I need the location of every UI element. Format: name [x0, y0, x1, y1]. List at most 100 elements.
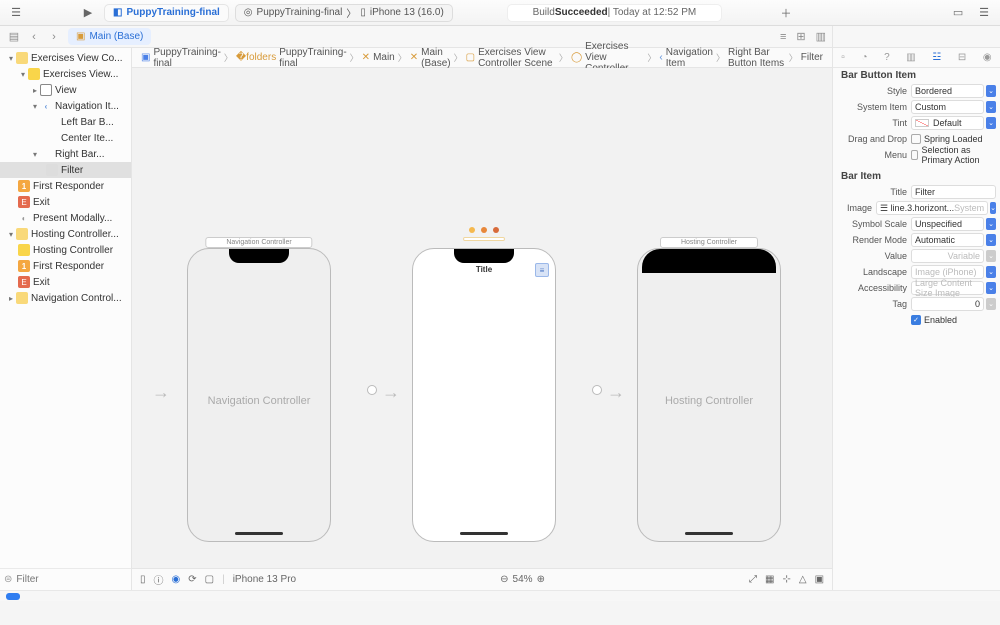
- scene-navigation-controller[interactable]: Navigation Controller Navigation Control…: [187, 248, 331, 542]
- scene-header-hosting[interactable]: Hosting Controller: [660, 237, 758, 248]
- assistant-icon[interactable]: ⊞: [796, 30, 805, 43]
- history-inspector-icon[interactable]: ◔: [861, 52, 867, 63]
- dropdown-icon[interactable]: ⌄: [986, 85, 996, 97]
- variant-icon[interactable]: ◉: [172, 574, 181, 585]
- outline-right-bar[interactable]: ▾Right Bar...: [0, 146, 131, 162]
- segue-dot-2[interactable]: [592, 385, 602, 395]
- dropdown-icon[interactable]: ⌄: [986, 101, 996, 113]
- scene-hosting[interactable]: ▾Hosting Controller...: [0, 226, 131, 242]
- embed-in-icon[interactable]: ▣: [815, 574, 824, 585]
- style-select[interactable]: Bordered: [911, 84, 984, 98]
- scene-hosting-controller[interactable]: Hosting Controller Hosting Controller: [637, 248, 781, 542]
- dropdown-icon[interactable]: ⌄: [986, 234, 996, 246]
- scene-navigation[interactable]: ▸Navigation Control...: [0, 290, 131, 306]
- notch-icon: [454, 249, 514, 263]
- render-mode-select[interactable]: Automatic: [911, 233, 984, 247]
- scene-exercises[interactable]: ▾Exercises View Co...: [0, 50, 131, 66]
- rotate-icon[interactable]: ⟳: [188, 574, 196, 585]
- title-input[interactable]: Filter: [911, 185, 996, 199]
- connections-inspector-icon[interactable]: ◉: [983, 52, 992, 63]
- dropdown-icon[interactable]: ⌄: [986, 218, 996, 230]
- spring-loaded-checkbox[interactable]: [911, 134, 921, 144]
- canvas-bottom-toolbar: ▯ ⓘ ◉ ⟳ ▢ | iPhone 13 Pro ⊖ 54% ⊕ ⤢ ▦ ⊹ …: [132, 568, 832, 590]
- trait-icon[interactable]: ▯: [140, 574, 146, 585]
- help-inspector-icon[interactable]: ?: [884, 52, 890, 63]
- zoom-value[interactable]: 54%: [513, 574, 533, 585]
- scene-header-exercises[interactable]: [463, 237, 505, 241]
- identity-inspector-icon[interactable]: ▥: [906, 52, 915, 63]
- zoom-in-button[interactable]: ⊕: [537, 574, 545, 585]
- info-icon[interactable]: ⓘ: [154, 572, 164, 587]
- scene-header-nav[interactable]: Navigation Controller: [205, 237, 312, 248]
- notch-icon: [229, 249, 289, 263]
- run-button[interactable]: ▶: [78, 4, 98, 22]
- enabled-checkbox[interactable]: ✓: [911, 315, 921, 325]
- outline-filter-item[interactable]: Filter: [0, 162, 131, 178]
- inspector-tabs[interactable]: ▫ ◔ ? ▥ ☳ ⊟ ◉: [833, 48, 1000, 68]
- outline-nav-item[interactable]: ▾‹Navigation It...: [0, 98, 131, 114]
- adjust-icon[interactable]: ≡: [780, 31, 786, 43]
- tab-main-storyboard[interactable]: ▣ Main (Base): [68, 28, 151, 45]
- dropdown-icon[interactable]: ⌄: [986, 266, 996, 278]
- zoom-out-button[interactable]: ⊖: [500, 574, 508, 585]
- align-icon[interactable]: ▦: [765, 574, 774, 585]
- file-inspector-icon[interactable]: ▫: [841, 52, 845, 63]
- segue-dot[interactable]: [367, 385, 377, 395]
- storyboard-canvas[interactable]: → → → Navigation Controller Navigation C…: [132, 68, 832, 568]
- primary-action-checkbox[interactable]: [911, 150, 918, 160]
- sidebar-toggle-left[interactable]: ☰: [6, 4, 26, 22]
- outline-filter-bar: ⊜: [0, 568, 131, 590]
- jump-bar[interactable]: ▣PuppyTraining-final〉 �foldersPuppyTrain…: [132, 48, 832, 68]
- nav-forward-button[interactable]: ›: [46, 29, 62, 45]
- pin-icon[interactable]: ⊹: [782, 574, 790, 585]
- size-inspector-icon[interactable]: ⊟: [958, 52, 966, 63]
- scheme-pill[interactable]: ◎ PuppyTraining-final 〉 ▯ iPhone 13 (16.…: [235, 4, 453, 22]
- landscape-image-select[interactable]: Image (iPhone): [911, 265, 984, 279]
- resolve-icon[interactable]: △: [799, 574, 807, 585]
- tag-input[interactable]: 0: [911, 297, 984, 311]
- outline-toggle-icon[interactable]: ▤: [6, 29, 22, 45]
- outline-segue[interactable]: ◐Present Modally...: [0, 210, 131, 226]
- scheme-name: PuppyTraining-final: [257, 7, 343, 18]
- nav-back-button[interactable]: ‹: [26, 29, 42, 45]
- nav-placeholder-text: Navigation Controller: [188, 395, 330, 407]
- system-item-select[interactable]: Custom: [911, 100, 984, 114]
- outline-left-bar[interactable]: Left Bar B...: [0, 114, 131, 130]
- symbol-scale-select[interactable]: Unspecified: [911, 217, 984, 231]
- outline-view[interactable]: ▸View: [0, 82, 131, 98]
- vc-hosting[interactable]: Hosting Controller: [0, 242, 131, 258]
- outline-first-responder-1[interactable]: 1First Responder: [0, 178, 131, 194]
- stepper-icon[interactable]: ⌄: [986, 298, 996, 310]
- dropdown-icon[interactable]: ⌄: [986, 282, 996, 294]
- filter-bar-button[interactable]: ≡: [535, 263, 549, 277]
- value-input[interactable]: Variable: [911, 249, 984, 263]
- tint-select[interactable]: Default: [911, 116, 984, 130]
- device-label[interactable]: iPhone 13 Pro: [233, 574, 296, 585]
- accessibility-image-select[interactable]: Large Content Size Image: [911, 281, 984, 295]
- layout-icon[interactable]: ▢: [205, 574, 214, 585]
- add-button[interactable]: ＋: [776, 4, 796, 22]
- outline-exit-1[interactable]: EExit: [0, 194, 131, 210]
- outline-first-responder-2[interactable]: 1First Responder: [0, 258, 131, 274]
- outline-filter-input[interactable]: [16, 574, 148, 585]
- vc-exercises[interactable]: ▾Exercises View...: [0, 66, 131, 82]
- section-bar-item: Bar Item: [833, 169, 1000, 184]
- section-bar-button-item: Bar Button Item: [833, 68, 1000, 83]
- image-select[interactable]: ☰ line.3.horizont...System: [876, 201, 988, 215]
- attributes-inspector-icon[interactable]: ☳: [932, 52, 941, 63]
- split-icon[interactable]: ▥: [816, 30, 826, 43]
- scene-exercises-controller[interactable]: Title ≡: [412, 248, 556, 542]
- sidebar-toggle-right[interactable]: ☰: [974, 4, 994, 22]
- dropdown-icon[interactable]: ⌄: [990, 202, 996, 214]
- debug-indicator[interactable]: [6, 593, 20, 600]
- app-icon: ◧: [113, 7, 122, 18]
- dropdown-icon[interactable]: ⌄: [986, 117, 996, 129]
- project-pill[interactable]: ◧ PuppyTraining-final: [104, 4, 229, 22]
- tab-bar: ▤ ‹ › ▣ Main (Base) ≡ ⊞ ▥: [0, 26, 1000, 48]
- library-button[interactable]: ▭: [948, 4, 968, 22]
- outline-exit-2[interactable]: EExit: [0, 274, 131, 290]
- home-indicator: [460, 532, 508, 535]
- embed-icon[interactable]: ⤢: [749, 574, 757, 585]
- outline-center-item[interactable]: Center Ite...: [0, 130, 131, 146]
- stepper-icon[interactable]: ⌄: [986, 250, 996, 262]
